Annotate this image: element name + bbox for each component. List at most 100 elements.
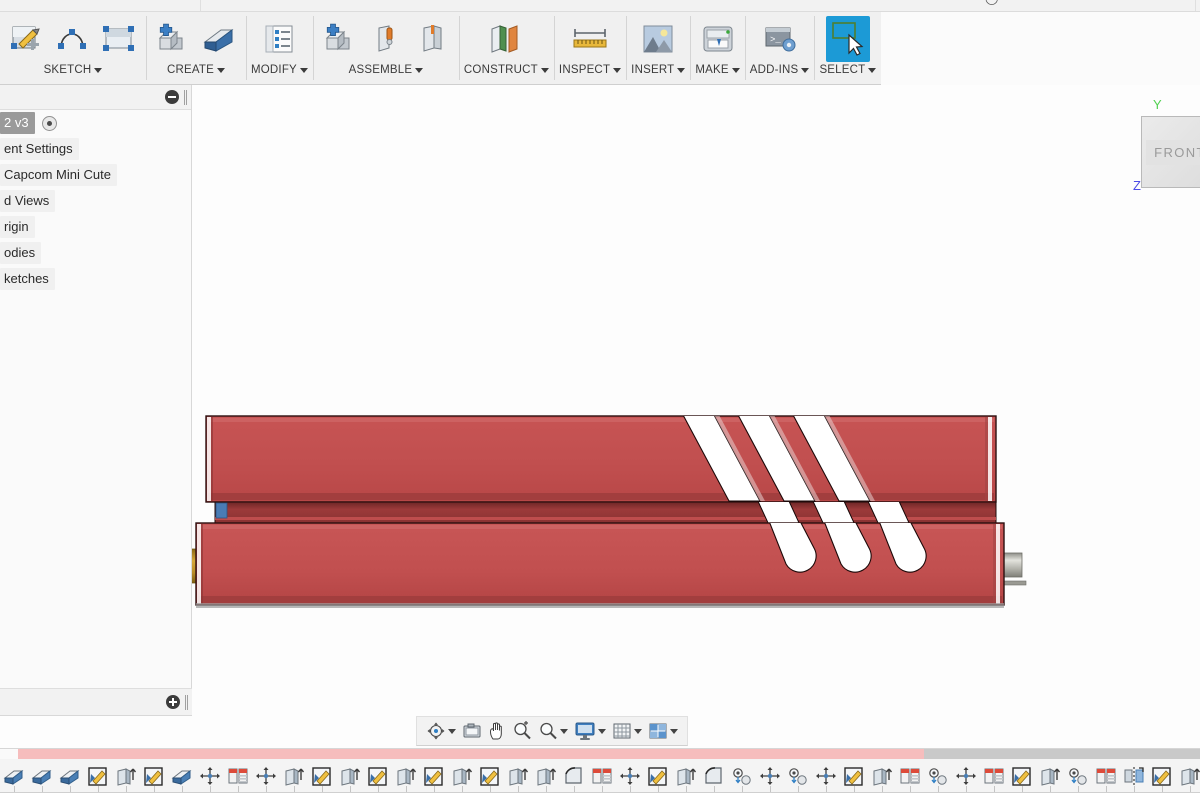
pan-icon xyxy=(490,722,502,740)
ribbon-group-make: MAKE xyxy=(690,12,744,85)
ribbon-group-label-sketch[interactable]: SKETCH xyxy=(44,64,103,78)
ribbon-group-label-select[interactable]: SELECT xyxy=(819,64,877,78)
pan-button[interactable] xyxy=(488,721,506,741)
fillet-feature[interactable] xyxy=(560,759,588,793)
grid-snaps-button[interactable] xyxy=(612,721,642,741)
extrude-feature[interactable] xyxy=(112,759,140,793)
extrude-feature[interactable] xyxy=(1036,759,1064,793)
extrude-feature[interactable] xyxy=(1176,759,1200,793)
hole-feature[interactable] xyxy=(728,759,756,793)
zoom-button[interactable] xyxy=(512,721,532,741)
ribbon-group-label-inspect[interactable]: INSPECT xyxy=(559,64,622,78)
extrude-feature[interactable] xyxy=(336,759,364,793)
select-tool-button[interactable] xyxy=(825,16,870,62)
move-feature[interactable] xyxy=(952,759,980,793)
panel-grip-icon[interactable] xyxy=(184,89,187,105)
new-component-button[interactable] xyxy=(151,16,195,62)
move-feature[interactable] xyxy=(196,759,224,793)
sketch-feature[interactable] xyxy=(140,759,168,793)
scripts-and-addins-button[interactable]: >_ xyxy=(758,16,802,62)
joint-button[interactable] xyxy=(364,16,408,62)
sketch-rectangle-button[interactable] xyxy=(97,16,141,62)
tree-row[interactable]: ent Settings xyxy=(0,136,191,162)
sketch-feature[interactable] xyxy=(84,759,112,793)
display-settings-button[interactable] xyxy=(574,721,606,741)
panel-grip-icon[interactable] xyxy=(185,694,188,710)
appearance-feature[interactable] xyxy=(980,759,1008,793)
model-middle-band xyxy=(214,501,997,524)
move-feature[interactable] xyxy=(756,759,784,793)
sketch-feature[interactable] xyxy=(420,759,448,793)
assemble-new-component-button[interactable] xyxy=(318,16,362,62)
extrude-feature[interactable] xyxy=(868,759,896,793)
hole-feature[interactable] xyxy=(924,759,952,793)
3d-print-icon xyxy=(703,26,733,52)
extrude-feature[interactable] xyxy=(168,759,196,793)
extrude-feature[interactable] xyxy=(392,759,420,793)
move-feature[interactable] xyxy=(616,759,644,793)
viewports-button[interactable] xyxy=(648,722,678,740)
visibility-eye-icon[interactable] xyxy=(41,115,57,131)
move-feature[interactable] xyxy=(812,759,840,793)
appearance-feature[interactable] xyxy=(1092,759,1120,793)
tree-row[interactable]: rigin xyxy=(0,214,191,240)
modify-parameters-button[interactable] xyxy=(257,16,301,62)
tree-row[interactable]: 2 v3 xyxy=(0,110,191,136)
extrude-feature[interactable] xyxy=(532,759,560,793)
tree-row[interactable]: ketches xyxy=(0,266,191,292)
sketch-label: SKETCH xyxy=(43,64,92,76)
ribbon-group-label-create[interactable]: CREATE xyxy=(167,64,225,78)
extrude-icon xyxy=(203,29,234,52)
select-tool-icon xyxy=(832,22,864,56)
create-sketch-button[interactable] xyxy=(5,16,49,62)
ribbon-group-label-addins[interactable]: ADD-INS xyxy=(750,64,810,78)
ribbon-group-label-assemble[interactable]: ASSEMBLE xyxy=(349,64,424,78)
ribbon-group-label-modify[interactable]: MODIFY xyxy=(251,64,308,78)
view-cube-face-front[interactable]: FRONT xyxy=(1141,116,1200,188)
extrude-feature[interactable] xyxy=(0,759,28,793)
sketch-feature[interactable] xyxy=(1008,759,1036,793)
as-built-joint-button[interactable] xyxy=(410,16,454,62)
ribbon-group-label-insert[interactable]: INSERT xyxy=(631,64,686,78)
appearance-feature[interactable] xyxy=(224,759,252,793)
ribbon-group-label-construct[interactable]: CONSTRUCT xyxy=(464,64,549,78)
extrude-feature[interactable] xyxy=(56,759,84,793)
sketch-feature[interactable] xyxy=(364,759,392,793)
extrude-feature[interactable] xyxy=(28,759,56,793)
timeline-progress-bar[interactable] xyxy=(0,749,1200,759)
tree-row[interactable]: Capcom Mini Cute xyxy=(0,162,191,188)
insert-canvas-button[interactable] xyxy=(636,16,680,62)
3d-print-button[interactable] xyxy=(696,16,740,62)
hole-feature[interactable] xyxy=(784,759,812,793)
ribbon-group-label-make[interactable]: MAKE xyxy=(695,64,740,78)
sketch-feature[interactable] xyxy=(644,759,672,793)
fillet-feature[interactable] xyxy=(700,759,728,793)
plus-circle-icon[interactable] xyxy=(166,695,180,709)
ribbon-group-assemble: ASSEMBLE xyxy=(312,12,459,85)
extrude-feature[interactable] xyxy=(504,759,532,793)
extrude-feature[interactable] xyxy=(448,759,476,793)
hole-feature[interactable] xyxy=(1064,759,1092,793)
sketch-feature[interactable] xyxy=(1148,759,1176,793)
measure-button[interactable] xyxy=(566,16,614,62)
minus-circle-icon[interactable] xyxy=(165,90,179,104)
sketch-feature[interactable] xyxy=(308,759,336,793)
tree-row[interactable]: d Views xyxy=(0,188,191,214)
orbit-button[interactable] xyxy=(426,721,456,741)
mirror-feature[interactable] xyxy=(1120,759,1148,793)
look-at-button[interactable] xyxy=(462,722,482,740)
extrude-feature[interactable] xyxy=(280,759,308,793)
appearance-feature[interactable] xyxy=(588,759,616,793)
extrude-feature[interactable] xyxy=(672,759,700,793)
fit-button[interactable] xyxy=(538,721,568,741)
sketch-spline-button[interactable] xyxy=(51,16,95,62)
sketch-feature[interactable] xyxy=(840,759,868,793)
move-feature[interactable] xyxy=(252,759,280,793)
offset-plane-button[interactable] xyxy=(482,16,530,62)
sketch-feature[interactable] xyxy=(476,759,504,793)
appearance-feature[interactable] xyxy=(896,759,924,793)
view-cube[interactable]: FRONT Y Z xyxy=(1133,97,1200,193)
tree-row[interactable]: odies xyxy=(0,240,191,266)
extrude-button[interactable] xyxy=(197,16,241,62)
timeline-track[interactable] xyxy=(0,759,1200,793)
